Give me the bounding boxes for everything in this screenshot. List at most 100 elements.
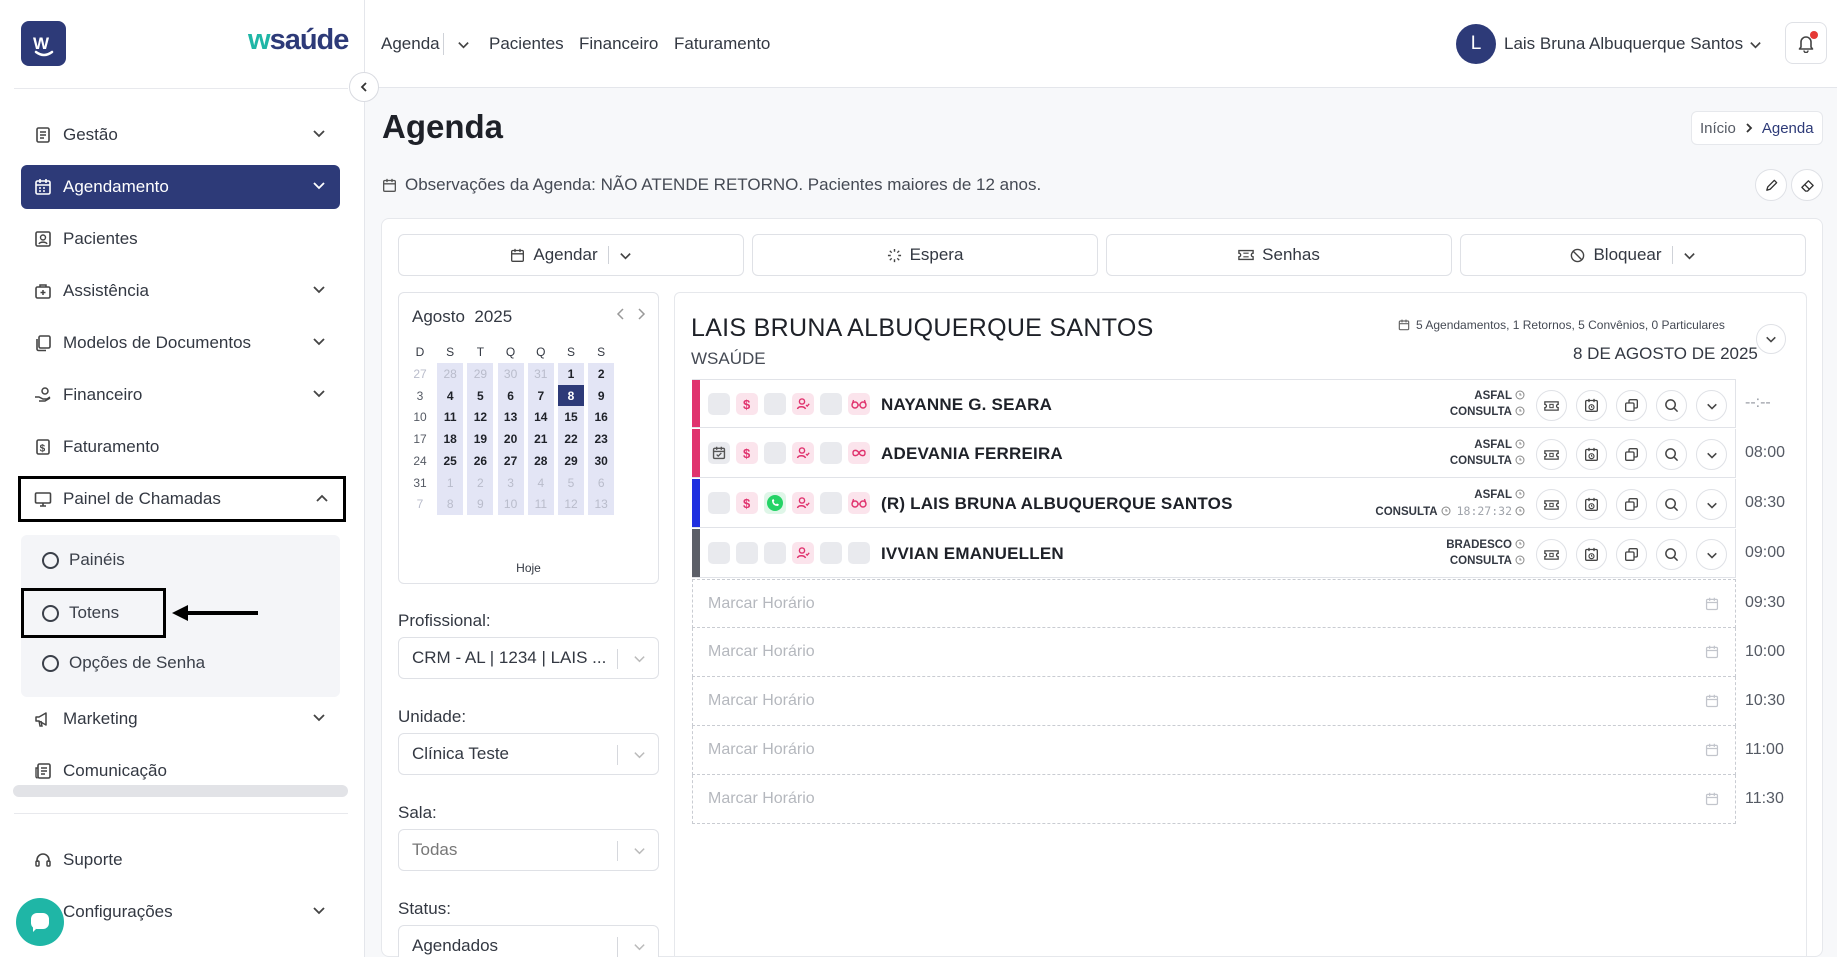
row-action-ticket[interactable] xyxy=(1536,489,1567,520)
breadcrumb-home[interactable]: Início xyxy=(1700,120,1736,137)
unit-select[interactable]: Clínica Teste xyxy=(398,733,659,775)
status-select[interactable]: Agendados xyxy=(398,925,659,957)
dollar-icon[interactable]: $ xyxy=(736,442,758,464)
row-action-search[interactable] xyxy=(1656,390,1687,421)
row-action-chevron-down[interactable] xyxy=(1696,539,1727,570)
status-placeholder[interactable] xyxy=(820,492,842,514)
empty-slot[interactable]: Marcar Horário xyxy=(692,775,1736,824)
nav-agenda-dropdown[interactable] xyxy=(457,38,470,51)
sidebar-item-painel-chamadas[interactable]: Painel de Chamadas xyxy=(18,476,346,522)
dollar-icon[interactable]: $ xyxy=(736,393,758,415)
appointment-row[interactable]: IVVIAN EMANUELLEN BRADESCO CONSULTA xyxy=(692,529,1736,578)
schedule-expand-button[interactable] xyxy=(1756,324,1786,354)
empty-slot[interactable]: Marcar Horário xyxy=(692,628,1736,677)
user-name[interactable]: Lais Bruna Albuquerque Santos xyxy=(1504,34,1743,54)
sidebar-item-configuracoes[interactable]: Configurações xyxy=(21,890,340,934)
row-action-duplicate[interactable] xyxy=(1616,539,1647,570)
schedule-button[interactable]: Agendar xyxy=(398,234,744,276)
calendar-day[interactable]: 25 xyxy=(437,449,464,472)
calendar-day[interactable]: 31 xyxy=(407,472,433,494)
row-action-duplicate[interactable] xyxy=(1616,489,1647,520)
sidebar-item-agendamento[interactable]: Agendamento xyxy=(21,165,340,209)
calendar-day[interactable]: 5 xyxy=(467,384,494,407)
calendar-day[interactable]: 8 xyxy=(558,384,584,407)
submenu-item-opcoes-senha[interactable]: Opções de Senha xyxy=(22,643,302,683)
calendar-day[interactable]: 8 xyxy=(437,493,464,516)
calendar-day[interactable]: 12 xyxy=(467,406,494,429)
nav-link-financeiro[interactable]: Financeiro xyxy=(579,34,658,54)
row-action-chevron-down[interactable] xyxy=(1696,439,1727,470)
row-action-duplicate[interactable] xyxy=(1616,439,1647,470)
nav-link-agenda[interactable]: Agenda xyxy=(381,34,440,54)
calendar-day[interactable]: 11 xyxy=(527,493,554,516)
user-check-icon[interactable] xyxy=(792,393,814,415)
calendar-day[interactable]: 9 xyxy=(467,493,494,516)
calendar-day[interactable]: 15 xyxy=(558,406,584,429)
row-action-duplicate[interactable] xyxy=(1616,390,1647,421)
sidebar-item-marketing[interactable]: Marketing xyxy=(21,697,340,741)
empty-slot[interactable]: Marcar Horário xyxy=(692,677,1736,726)
calendar-day[interactable]: 13 xyxy=(497,406,524,429)
status-placeholder[interactable] xyxy=(764,442,786,464)
calendar-day[interactable]: 14 xyxy=(527,406,554,429)
calendar-day[interactable]: 1 xyxy=(558,363,584,385)
calendar-today-label[interactable]: Hoje xyxy=(399,561,658,575)
sidebar-item-faturamento[interactable]: $ Faturamento xyxy=(21,425,340,469)
appointment-row[interactable]: $ (R) LAIS BRUNA ALBUQUERQUE SANTOS ASFAL C… xyxy=(692,479,1736,528)
dollar-icon[interactable]: $ xyxy=(736,492,758,514)
calendar-check-icon[interactable] xyxy=(708,442,730,464)
calendar-day[interactable]: 23 xyxy=(588,428,615,451)
sidebar-item-financeiro[interactable]: Financeiro xyxy=(21,373,340,417)
row-action-calendar-clock[interactable] xyxy=(1576,539,1607,570)
calendar-day[interactable]: 3 xyxy=(497,471,524,494)
glasses-icon[interactable] xyxy=(848,393,870,415)
sidebar-item-suporte[interactable]: Suporte xyxy=(21,838,340,882)
sidebar-collapse-button[interactable] xyxy=(349,72,379,102)
calendar-day[interactable]: 27 xyxy=(407,363,433,385)
calendar-day[interactable]: 17 xyxy=(407,428,433,450)
calendar-day[interactable]: 6 xyxy=(497,384,524,407)
status-placeholder[interactable] xyxy=(708,492,730,514)
appointment-row[interactable]: $ ADEVANIA FERREIRA ASFAL CONSULTA xyxy=(692,429,1736,478)
row-action-chevron-down[interactable] xyxy=(1696,390,1727,421)
nav-link-pacientes[interactable]: Pacientes xyxy=(489,34,564,54)
status-placeholder[interactable] xyxy=(820,393,842,415)
user-check-icon[interactable] xyxy=(792,492,814,514)
sidebar-item-assistencia[interactable]: Assistência xyxy=(21,269,340,313)
row-action-search[interactable] xyxy=(1656,439,1687,470)
status-placeholder[interactable] xyxy=(736,542,758,564)
patient-name[interactable]: (R) LAIS BRUNA ALBUQUERQUE SANTOS xyxy=(881,494,1233,514)
calendar-day[interactable]: 31 xyxy=(527,363,554,385)
calendar-day[interactable]: 24 xyxy=(407,450,433,472)
empty-slot[interactable]: Marcar Horário xyxy=(692,726,1736,775)
empty-slot[interactable]: Marcar Horário xyxy=(692,579,1736,628)
calendar-day[interactable]: 10 xyxy=(497,493,524,516)
patient-name[interactable]: ADEVANIA FERREIRA xyxy=(881,444,1063,464)
edit-observations-button[interactable] xyxy=(1755,169,1787,201)
status-placeholder[interactable] xyxy=(820,542,842,564)
chevron-down-icon[interactable] xyxy=(1683,249,1696,262)
calendar-day[interactable]: 10 xyxy=(407,406,433,428)
chevron-down-icon[interactable] xyxy=(1749,38,1762,51)
block-button[interactable]: Bloquear xyxy=(1460,234,1806,276)
calendar-day[interactable]: 7 xyxy=(527,384,554,407)
status-placeholder[interactable] xyxy=(820,442,842,464)
row-action-ticket[interactable] xyxy=(1536,390,1567,421)
patient-name[interactable]: IVVIAN EMANUELLEN xyxy=(881,544,1064,564)
calendar-day[interactable]: 28 xyxy=(527,449,554,472)
waitlist-button[interactable]: Espera xyxy=(752,234,1098,276)
calendar-day[interactable]: 5 xyxy=(558,471,584,494)
room-select[interactable]: Todas xyxy=(398,829,659,871)
row-action-calendar-clock[interactable] xyxy=(1576,439,1607,470)
row-action-calendar-clock[interactable] xyxy=(1576,390,1607,421)
row-action-ticket[interactable] xyxy=(1536,439,1567,470)
calendar-day[interactable]: 30 xyxy=(497,363,524,385)
notifications-button[interactable] xyxy=(1785,22,1827,64)
calendar-day[interactable]: 21 xyxy=(527,428,554,451)
user-avatar[interactable]: L xyxy=(1456,24,1496,64)
calendar-day[interactable]: 30 xyxy=(588,449,615,472)
row-action-calendar-clock[interactable] xyxy=(1576,489,1607,520)
clear-observations-button[interactable] xyxy=(1791,169,1823,201)
sidebar-item-gestao[interactable]: Gestão xyxy=(21,113,340,157)
submenu-item-totens[interactable]: Totens xyxy=(21,588,166,638)
